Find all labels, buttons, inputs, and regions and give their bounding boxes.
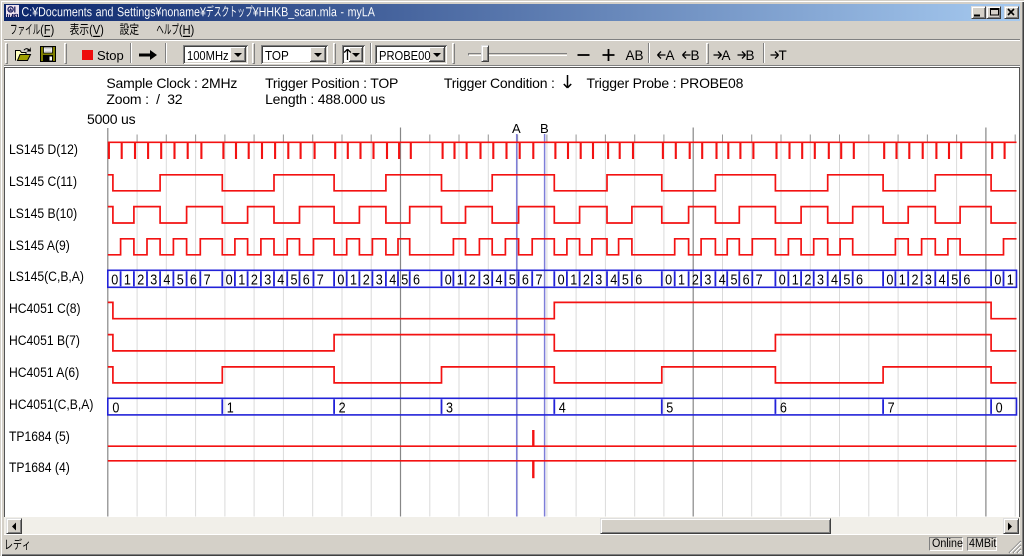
svg-text:4: 4 — [939, 273, 946, 289]
svg-text:7: 7 — [756, 273, 763, 289]
svg-text:1: 1 — [1007, 273, 1014, 289]
svg-text:3: 3 — [376, 273, 383, 289]
svg-text:4: 4 — [496, 273, 503, 289]
svg-text:0: 0 — [886, 273, 893, 289]
svg-text:4: 4 — [277, 273, 284, 289]
svg-text:0: 0 — [226, 273, 233, 289]
svg-text:7: 7 — [888, 400, 895, 416]
svg-text:5: 5 — [951, 273, 958, 289]
svg-text:3: 3 — [925, 273, 932, 289]
svg-text:7: 7 — [317, 273, 324, 289]
svg-text:2: 2 — [912, 273, 919, 289]
svg-text:1: 1 — [570, 273, 577, 289]
svg-text:1: 1 — [792, 273, 799, 289]
svg-text:6: 6 — [522, 273, 529, 289]
svg-text:5: 5 — [177, 273, 184, 289]
svg-text:0: 0 — [994, 273, 1001, 289]
svg-text:6: 6 — [780, 400, 787, 416]
svg-text:4: 4 — [831, 273, 838, 289]
svg-text:6: 6 — [303, 273, 310, 289]
svg-text:0: 0 — [111, 273, 118, 289]
svg-text:6: 6 — [963, 273, 970, 289]
svg-text:5: 5 — [731, 273, 738, 289]
svg-text:6: 6 — [635, 273, 642, 289]
svg-text:1: 1 — [238, 273, 245, 289]
svg-text:2: 2 — [251, 273, 258, 289]
svg-text:3: 3 — [446, 400, 453, 416]
svg-text:3: 3 — [483, 273, 490, 289]
svg-text:3: 3 — [595, 273, 602, 289]
svg-text:5: 5 — [666, 400, 673, 416]
svg-text:0: 0 — [996, 400, 1003, 416]
svg-text:0: 0 — [665, 273, 672, 289]
svg-text:7: 7 — [204, 273, 211, 289]
svg-text:4: 4 — [389, 273, 396, 289]
svg-text:6: 6 — [743, 273, 750, 289]
svg-text:0: 0 — [445, 273, 452, 289]
svg-text:5: 5 — [401, 273, 408, 289]
svg-text:4: 4 — [559, 400, 566, 416]
svg-text:2: 2 — [583, 273, 590, 289]
svg-text:1: 1 — [457, 273, 464, 289]
svg-text:0: 0 — [558, 273, 565, 289]
svg-text:0: 0 — [112, 400, 119, 416]
svg-text:2: 2 — [363, 273, 370, 289]
svg-text:2: 2 — [137, 273, 144, 289]
svg-text:5: 5 — [509, 273, 516, 289]
svg-text:4: 4 — [719, 273, 726, 289]
svg-text:3: 3 — [264, 273, 271, 289]
svg-text:7: 7 — [536, 273, 543, 289]
svg-text:2: 2 — [339, 400, 346, 416]
svg-text:0: 0 — [779, 273, 786, 289]
svg-text:4: 4 — [163, 273, 170, 289]
svg-text:4: 4 — [610, 273, 617, 289]
svg-text:1: 1 — [124, 273, 131, 289]
svg-text:3: 3 — [150, 273, 157, 289]
svg-text:1: 1 — [899, 273, 906, 289]
svg-text:2: 2 — [804, 273, 811, 289]
svg-text:2: 2 — [469, 273, 476, 289]
svg-text:1: 1 — [350, 273, 357, 289]
svg-text:3: 3 — [704, 273, 711, 289]
svg-text:0: 0 — [337, 273, 344, 289]
svg-text:6: 6 — [413, 273, 420, 289]
svg-text:1: 1 — [227, 400, 234, 416]
svg-text:1: 1 — [678, 273, 685, 289]
svg-text:3: 3 — [817, 273, 824, 289]
svg-text:6: 6 — [190, 273, 197, 289]
svg-text:5: 5 — [843, 273, 850, 289]
svg-text:6: 6 — [856, 273, 863, 289]
svg-text:5: 5 — [291, 273, 298, 289]
svg-text:5: 5 — [622, 273, 629, 289]
svg-text:2: 2 — [692, 273, 699, 289]
